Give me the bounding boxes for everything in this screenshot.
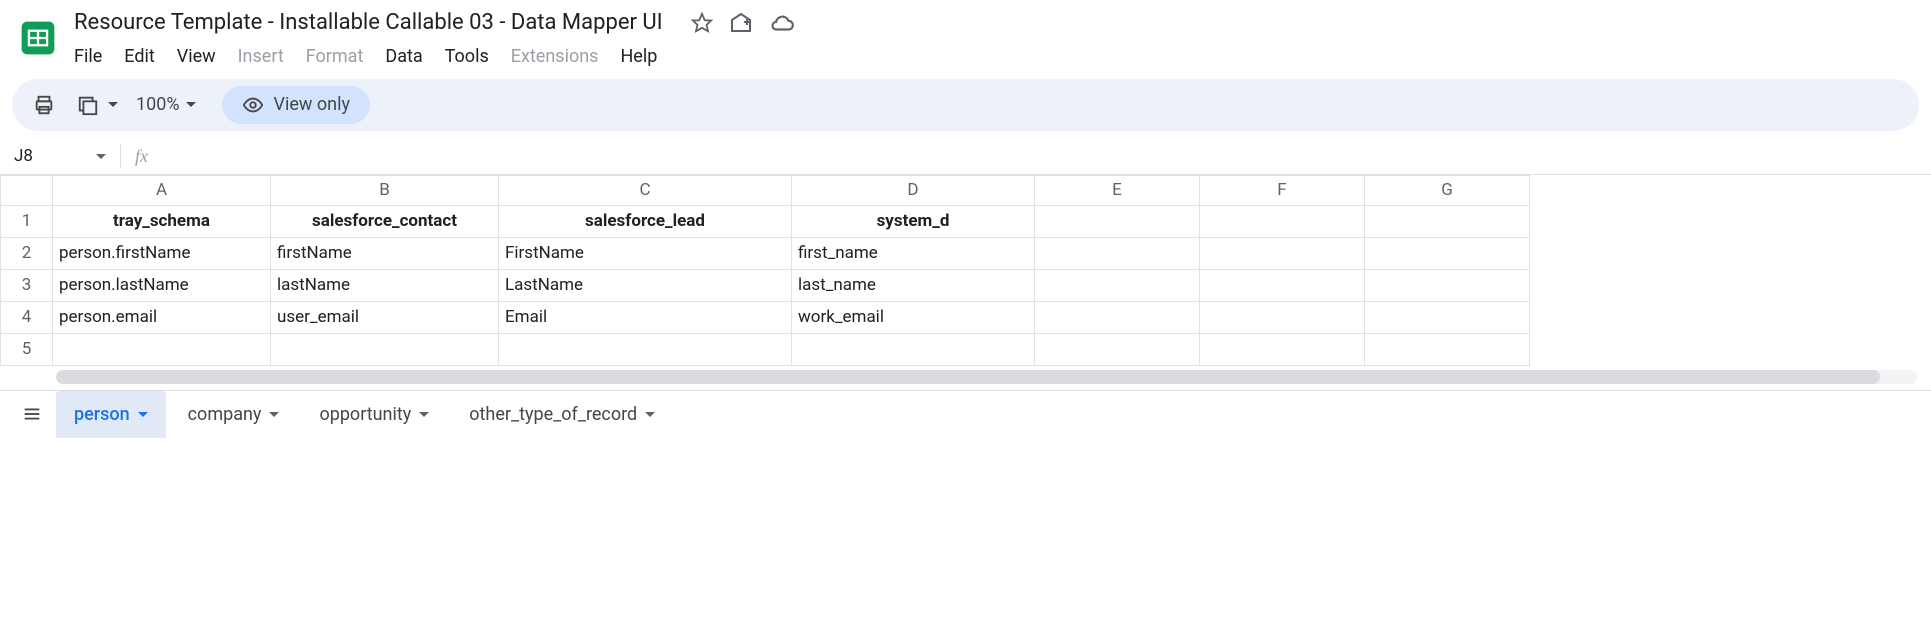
- table-row[interactable]: 2 person.firstName firstName FirstName f…: [1, 237, 1530, 269]
- toolbar: 100% View only: [12, 79, 1919, 131]
- cell[interactable]: FirstName: [499, 237, 792, 269]
- name-box-caret-icon: [96, 154, 106, 159]
- col-header-g[interactable]: G: [1365, 175, 1530, 205]
- cell[interactable]: first_name: [792, 237, 1035, 269]
- cell[interactable]: [1365, 205, 1530, 237]
- menu-tools[interactable]: Tools: [435, 42, 499, 71]
- col-header-a[interactable]: A: [53, 175, 271, 205]
- tab-caret-icon[interactable]: [138, 412, 148, 417]
- horizontal-scrollbar[interactable]: [56, 370, 1917, 384]
- menu-view[interactable]: View: [167, 42, 226, 71]
- cell[interactable]: salesforce_contact: [271, 205, 499, 237]
- cell[interactable]: salesforce_lead: [499, 205, 792, 237]
- tab-caret-icon[interactable]: [269, 412, 279, 417]
- cell[interactable]: [271, 333, 499, 365]
- cell[interactable]: person.email: [53, 301, 271, 333]
- filter-views-button[interactable]: [72, 89, 104, 121]
- cell[interactable]: LastName: [499, 269, 792, 301]
- cell[interactable]: last_name: [792, 269, 1035, 301]
- row-header-4[interactable]: 4: [1, 301, 53, 333]
- cell[interactable]: [1035, 333, 1200, 365]
- col-header-d[interactable]: D: [792, 175, 1035, 205]
- sheets-logo[interactable]: [16, 8, 60, 68]
- sheet-tab-other-type-of-record[interactable]: other_type_of_record: [451, 391, 673, 438]
- cell[interactable]: user_email: [271, 301, 499, 333]
- view-only-pill[interactable]: View only: [222, 86, 370, 124]
- menu-data[interactable]: Data: [375, 42, 432, 71]
- col-header-c[interactable]: C: [499, 175, 792, 205]
- spreadsheet-grid[interactable]: A B C D E F G 1 tray_schema salesforce_c…: [0, 175, 1530, 366]
- cell[interactable]: [1365, 269, 1530, 301]
- document-title[interactable]: Resource Template - Installable Callable…: [70, 8, 667, 37]
- row-header-5[interactable]: 5: [1, 333, 53, 365]
- eye-icon: [242, 94, 264, 116]
- all-sheets-button[interactable]: [12, 394, 52, 434]
- filter-views-caret-icon[interactable]: [108, 102, 118, 107]
- sheet-tab-label: other_type_of_record: [469, 404, 637, 425]
- cell[interactable]: system_d: [792, 205, 1035, 237]
- sheet-tab-label: opportunity: [319, 404, 411, 425]
- tab-caret-icon[interactable]: [645, 412, 655, 417]
- table-row[interactable]: 1 tray_schema salesforce_contact salesfo…: [1, 205, 1530, 237]
- cell[interactable]: [1035, 237, 1200, 269]
- cell[interactable]: tray_schema: [53, 205, 271, 237]
- col-header-f[interactable]: F: [1200, 175, 1365, 205]
- cell[interactable]: firstName: [271, 237, 499, 269]
- menu-edit[interactable]: Edit: [114, 42, 164, 71]
- col-header-b[interactable]: B: [271, 175, 499, 205]
- cell[interactable]: [1035, 301, 1200, 333]
- row-header-2[interactable]: 2: [1, 237, 53, 269]
- cell[interactable]: lastName: [271, 269, 499, 301]
- zoom-caret-icon: [186, 102, 196, 107]
- zoom-value: 100%: [136, 94, 180, 115]
- cell[interactable]: [1200, 333, 1365, 365]
- select-all-corner[interactable]: [1, 175, 53, 205]
- menu-help[interactable]: Help: [610, 42, 667, 71]
- cell[interactable]: [1035, 205, 1200, 237]
- zoom-dropdown[interactable]: 100%: [130, 94, 202, 115]
- name-box-value: J8: [14, 146, 33, 166]
- col-header-e[interactable]: E: [1035, 175, 1200, 205]
- cell[interactable]: [1365, 301, 1530, 333]
- cell[interactable]: Email: [499, 301, 792, 333]
- cell[interactable]: person.firstName: [53, 237, 271, 269]
- table-row[interactable]: 3 person.lastName lastName LastName last…: [1, 269, 1530, 301]
- cell[interactable]: work_email: [792, 301, 1035, 333]
- formula-bar-fx-icon: fx: [121, 146, 162, 167]
- sheet-tab-label: company: [188, 404, 262, 425]
- cell[interactable]: [792, 333, 1035, 365]
- cell[interactable]: [1200, 237, 1365, 269]
- cloud-status-icon[interactable]: [769, 10, 795, 40]
- sheet-tab-label: person: [74, 404, 130, 425]
- cell[interactable]: [1035, 269, 1200, 301]
- view-only-label: View only: [274, 94, 350, 115]
- move-icon[interactable]: [729, 11, 753, 39]
- cell[interactable]: [53, 333, 271, 365]
- menu-extensions: Extensions: [501, 42, 609, 71]
- menubar: File Edit View Insert Format Data Tools …: [64, 42, 1915, 71]
- table-row[interactable]: 5: [1, 333, 1530, 365]
- print-button[interactable]: [28, 89, 60, 121]
- tab-caret-icon[interactable]: [419, 412, 429, 417]
- star-icon[interactable]: [691, 12, 713, 38]
- menu-insert: Insert: [228, 42, 294, 71]
- cell[interactable]: [1200, 205, 1365, 237]
- sheet-tab-company[interactable]: company: [170, 391, 298, 438]
- name-box[interactable]: J8: [0, 139, 120, 174]
- row-header-1[interactable]: 1: [1, 205, 53, 237]
- cell[interactable]: [1200, 269, 1365, 301]
- sheet-tab-opportunity[interactable]: opportunity: [301, 391, 447, 438]
- cell[interactable]: [1200, 301, 1365, 333]
- row-header-3[interactable]: 3: [1, 269, 53, 301]
- scrollbar-thumb[interactable]: [56, 370, 1880, 384]
- cell[interactable]: [1365, 333, 1530, 365]
- table-row[interactable]: 4 person.email user_email Email work_ema…: [1, 301, 1530, 333]
- sheet-tab-person[interactable]: person: [56, 391, 166, 438]
- cell[interactable]: person.lastName: [53, 269, 271, 301]
- menu-file[interactable]: File: [64, 42, 112, 71]
- sheet-tab-strip: person company opportunity other_type_of…: [0, 390, 1931, 438]
- cell[interactable]: [499, 333, 792, 365]
- menu-format: Format: [296, 42, 374, 71]
- cell[interactable]: [1365, 237, 1530, 269]
